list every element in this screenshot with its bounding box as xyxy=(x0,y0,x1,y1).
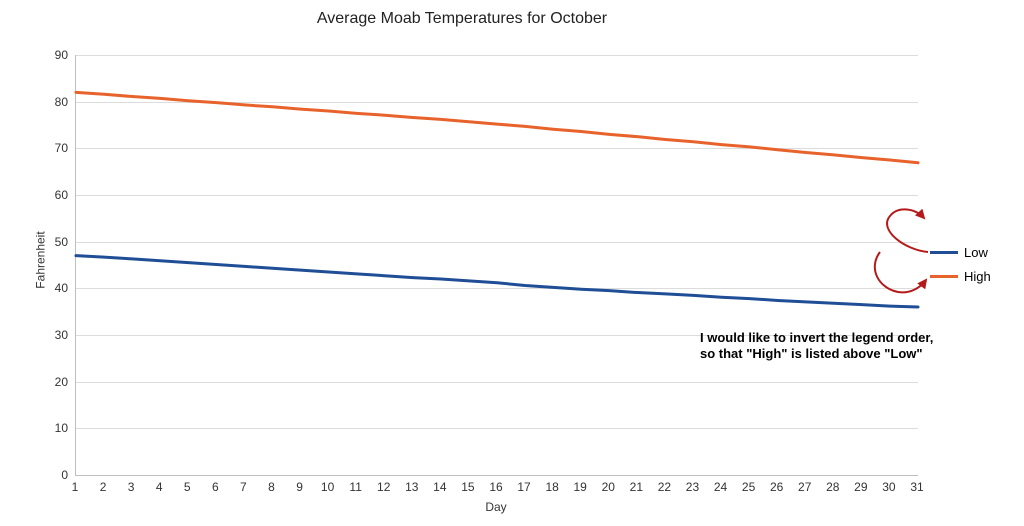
x-tick-label: 15 xyxy=(458,480,478,494)
x-tick-label: 9 xyxy=(290,480,310,494)
y-tick-label: 30 xyxy=(38,328,68,342)
y-tick-label: 70 xyxy=(38,141,68,155)
legend-label: High xyxy=(964,269,991,284)
x-tick-label: 25 xyxy=(739,480,759,494)
x-tick-label: 5 xyxy=(177,480,197,494)
x-tick-label: 27 xyxy=(795,480,815,494)
x-tick-label: 8 xyxy=(261,480,281,494)
x-tick-label: 13 xyxy=(402,480,422,494)
y-tick-label: 50 xyxy=(38,235,68,249)
x-tick-label: 6 xyxy=(205,480,225,494)
annotation-line-1: I would like to invert the legend order, xyxy=(700,330,933,346)
x-tick-label: 14 xyxy=(430,480,450,494)
annotation-text: I would like to invert the legend order,… xyxy=(700,330,933,363)
x-tick-label: 19 xyxy=(570,480,590,494)
x-tick-label: 12 xyxy=(374,480,394,494)
y-tick-label: 10 xyxy=(38,421,68,435)
series-line-high xyxy=(76,92,918,162)
x-tick-label: 20 xyxy=(598,480,618,494)
legend-item-low: Low xyxy=(930,240,991,264)
x-tick-label: 10 xyxy=(318,480,338,494)
x-tick-label: 24 xyxy=(711,480,731,494)
annotation-line-2: so that "High" is listed above "Low" xyxy=(700,346,933,362)
x-tick-label: 30 xyxy=(879,480,899,494)
y-tick-label: 90 xyxy=(38,48,68,62)
x-tick-label: 7 xyxy=(233,480,253,494)
x-tick-label: 2 xyxy=(93,480,113,494)
x-tick-label: 21 xyxy=(626,480,646,494)
y-tick-label: 0 xyxy=(38,468,68,482)
x-tick-label: 26 xyxy=(767,480,787,494)
legend-label: Low xyxy=(964,245,988,260)
y-tick-label: 60 xyxy=(38,188,68,202)
x-tick-label: 29 xyxy=(851,480,871,494)
x-tick-label: 17 xyxy=(514,480,534,494)
chart-title: Average Moab Temperatures for October xyxy=(0,10,924,28)
y-tick-label: 40 xyxy=(38,281,68,295)
x-tick-label: 18 xyxy=(542,480,562,494)
plot-area xyxy=(75,55,918,476)
x-tick-label: 16 xyxy=(486,480,506,494)
x-tick-label: 31 xyxy=(907,480,927,494)
x-tick-label: 3 xyxy=(121,480,141,494)
x-axis-label: Day xyxy=(75,500,917,514)
chart-lines xyxy=(76,55,918,475)
x-tick-label: 22 xyxy=(654,480,674,494)
legend-item-high: High xyxy=(930,264,991,288)
legend-swatch xyxy=(930,275,958,278)
legend-swatch xyxy=(930,251,958,254)
legend: Low High xyxy=(930,240,991,288)
y-tick-label: 20 xyxy=(38,375,68,389)
chart-container: Average Moab Temperatures for October Fa… xyxy=(0,0,1024,526)
x-tick-label: 4 xyxy=(149,480,169,494)
x-tick-label: 11 xyxy=(346,480,366,494)
x-tick-label: 28 xyxy=(823,480,843,494)
series-line-low xyxy=(76,256,918,307)
x-tick-label: 23 xyxy=(682,480,702,494)
x-tick-label: 1 xyxy=(65,480,85,494)
y-tick-label: 80 xyxy=(38,95,68,109)
